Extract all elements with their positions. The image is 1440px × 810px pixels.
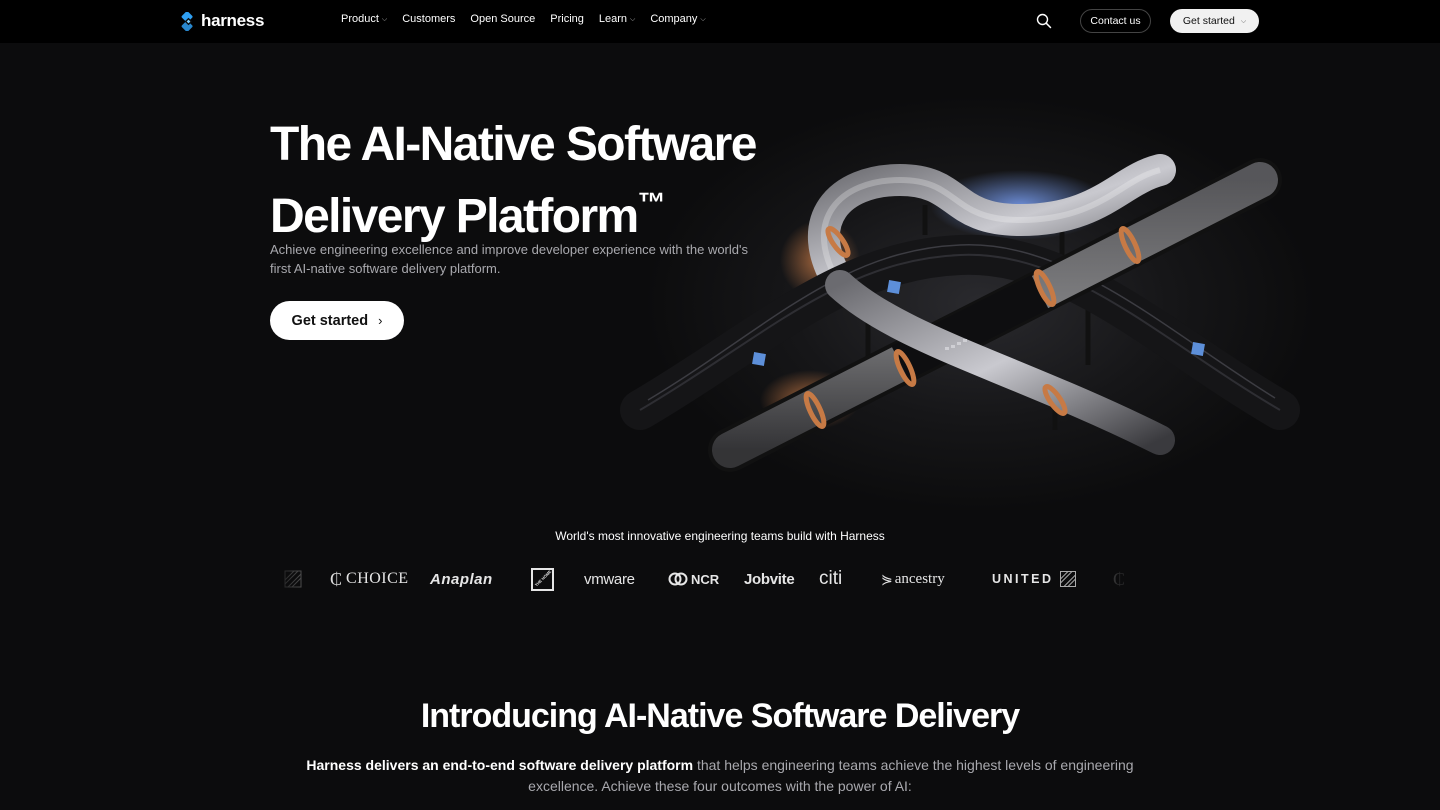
customer-logo-text: citi: [819, 568, 843, 589]
chevron-down-icon: ⌵: [700, 16, 706, 23]
get-started-nav-button[interactable]: Get started ⌵: [1170, 9, 1259, 33]
menu-item-product[interactable]: Product ⌵: [341, 13, 387, 25]
contact-us-button[interactable]: Contact us: [1080, 9, 1151, 33]
choice-hotels-mark-icon: ₵: [330, 568, 343, 589]
logo-text: harness: [201, 11, 265, 30]
chevron-right-icon: ›: [378, 313, 383, 328]
hero-get-started-button[interactable]: Get started ›: [270, 301, 404, 340]
get-started-label: Get started: [1182, 15, 1235, 27]
hero-pipeline-illustration: [620, 154, 1300, 472]
chevron-down-icon: ⌵: [630, 16, 636, 23]
logo-strip-fade-left: [270, 560, 330, 598]
menu-label: Open Source: [470, 13, 536, 25]
menu-label: Company: [650, 13, 698, 25]
customer-logo-text: Jobvite: [744, 570, 795, 588]
customer-logo-text: CHOICE: [346, 570, 409, 587]
customers-title: World's most innovative engineering team…: [555, 529, 885, 543]
cta-label: Get started: [291, 312, 369, 329]
intro-text-bold: Harness delivers an end-to-end software …: [306, 757, 694, 773]
top-nav: harness Product ⌵ Customers Open Source …: [0, 0, 1440, 43]
menu-item-open-source[interactable]: Open Source: [470, 13, 535, 25]
menu-label: Product: [341, 13, 379, 25]
menu-item-customers[interactable]: Customers: [402, 13, 455, 25]
customer-logo-text: NCR: [691, 571, 720, 587]
customer-logo-text: vmware: [584, 570, 635, 588]
customer-logo-jobvite: Jobvite: [744, 566, 795, 592]
intro-title: Introducing AI-Native Software Delivery: [420, 697, 1020, 735]
hero-title-line2: Delivery Platform: [270, 190, 639, 243]
menu-item-pricing[interactable]: Pricing: [550, 13, 584, 25]
customer-logo-ancestry: ⋟ ancestry: [881, 566, 945, 592]
customer-logo-ncr: NCR: [668, 566, 719, 592]
customer-logo-vmware: vmware: [584, 566, 635, 592]
customer-logo-choice-hotels: ₵ CHOICE: [330, 566, 409, 592]
harness-logo[interactable]: harness: [179, 11, 264, 31]
ancestry-leaf-icon: ⋟: [881, 570, 893, 587]
customer-logo-text: UNITED: [992, 572, 1054, 586]
harness-logo-icon: [181, 11, 193, 31]
customer-logo-text: Anaplan: [430, 570, 493, 588]
menu-label: Learn: [598, 13, 628, 25]
customer-logo-text: ancestry: [894, 570, 945, 587]
menu-label: Pricing: [550, 13, 584, 25]
intro-text: Harness delivers an end-to-end software …: [290, 755, 1150, 797]
ncr-mark-icon: [668, 572, 688, 586]
customer-logo-citi: citi: [819, 566, 842, 592]
chevron-down-icon: ⌵: [1240, 18, 1247, 25]
customer-logo-text: THE HOME DEPOT: [533, 569, 552, 588]
united-globe-icon: [1059, 571, 1076, 587]
menu-label: Customers: [402, 13, 456, 25]
chevron-down-icon: ⌵: [381, 16, 388, 23]
customer-logo-united: UNITED: [992, 566, 1076, 592]
customer-logo-anaplan: Anaplan: [430, 566, 493, 592]
logo-strip-fade-right: [1080, 560, 1140, 598]
menu-item-company[interactable]: Company ⌵: [650, 13, 705, 25]
search-icon[interactable]: [1036, 13, 1052, 29]
customer-logo-home-depot: THE HOME DEPOT: [531, 566, 554, 592]
main-menu: Product ⌵ Customers Open Source Pricing …: [341, 13, 706, 25]
menu-item-learn[interactable]: Learn ⌵: [599, 13, 635, 25]
customer-logo-strip: ₵ CHOICE Anaplan THE HOME DEPOT vmware N…: [270, 566, 1140, 592]
